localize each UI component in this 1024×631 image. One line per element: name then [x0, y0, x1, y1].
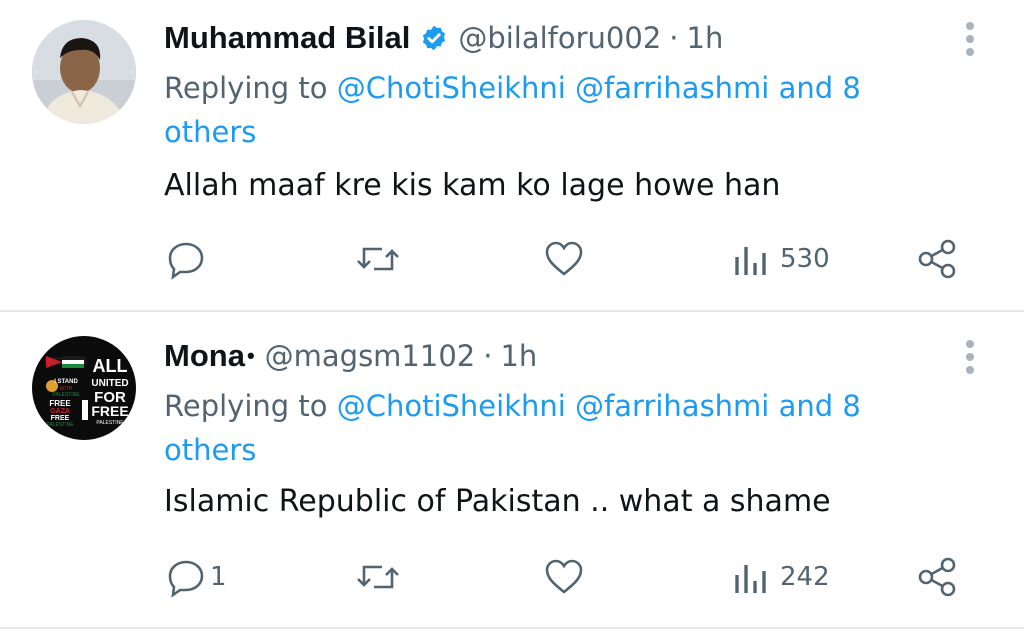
author-name[interactable]: Muhammad Bilal: [164, 20, 410, 56]
replying-to-label: Replying to: [164, 389, 328, 423]
action-bar: 1 242: [0, 552, 1024, 602]
reply-count: 1: [210, 562, 227, 592]
avatar-text: PALESTINE: [46, 422, 74, 428]
divider: [0, 627, 1024, 629]
and-label: and: [778, 71, 834, 105]
like-button[interactable]: [542, 552, 586, 602]
tweet-text: Islamic Republic of Pakistan .. what a s…: [164, 484, 831, 519]
retweet-button[interactable]: [354, 552, 402, 602]
mention-link[interactable]: @farrihashmi: [575, 389, 769, 423]
views-icon: [735, 247, 766, 275]
author-name[interactable]: Mona: [164, 338, 245, 374]
views-button[interactable]: 242: [732, 552, 830, 602]
tweet[interactable]: ALL UNITED FOR FREE PALESTINE I STAND WI…: [0, 312, 1024, 631]
reply-icon: [168, 242, 204, 280]
share-button[interactable]: [916, 234, 960, 284]
heart-icon: [545, 241, 583, 276]
reply-button[interactable]: 1: [164, 552, 227, 602]
retweet-button[interactable]: [354, 234, 402, 284]
replying-to-label: Replying to: [164, 71, 328, 105]
views-count: 530: [780, 244, 830, 274]
avatar-text: PALESTINE: [52, 392, 80, 398]
more-vertical-icon[interactable]: [958, 340, 982, 376]
like-button[interactable]: [542, 234, 586, 284]
name-suffix: •: [246, 343, 255, 368]
avatar[interactable]: ALL UNITED FOR FREE PALESTINE I STAND WI…: [32, 336, 136, 440]
mention-link[interactable]: @farrihashmi: [575, 71, 769, 105]
avatar-text: FREE: [91, 403, 128, 419]
tweet-header: Mona • @magsm1102 · 1h: [164, 334, 537, 378]
more-vertical-icon[interactable]: [958, 22, 982, 58]
avatar-image: ALL UNITED FOR FREE PALESTINE I STAND WI…: [32, 336, 136, 440]
avatar-text: UNITED: [91, 378, 128, 389]
replying-to-line: Replying to @ChotiSheikhni @farrihashmi …: [164, 384, 924, 472]
avatar[interactable]: [32, 20, 136, 124]
avatar-text: GAZA: [50, 408, 70, 415]
reply-button[interactable]: [164, 234, 208, 284]
share-icon: [918, 557, 956, 597]
avatar-text: ALL: [93, 356, 128, 376]
mention-link[interactable]: @ChotiSheikhni: [337, 389, 566, 423]
verified-badge-icon: [423, 25, 446, 51]
author-handle[interactable]: @bilalforu002: [458, 21, 661, 55]
tweet-header: Muhammad Bilal @bilalforu002 · 1h: [164, 16, 723, 60]
tweet[interactable]: Muhammad Bilal @bilalforu002 · 1h Replyi…: [0, 0, 1024, 311]
avatar-text: I STAND: [54, 379, 78, 385]
heart-icon: [545, 559, 583, 594]
mention-link[interactable]: @ChotiSheikhni: [337, 71, 566, 105]
and-label: and: [778, 389, 834, 423]
tweet-text: Allah maaf kre kis kam ko lage howe han: [164, 168, 781, 203]
timestamp[interactable]: 1h: [500, 339, 537, 373]
views-button[interactable]: 530: [732, 234, 830, 284]
avatar-photo: [32, 20, 136, 124]
avatar-text: FREE: [51, 415, 70, 422]
views-icon: [735, 565, 766, 593]
retweet-icon: [357, 565, 399, 589]
views-count: 242: [780, 562, 830, 592]
retweet-icon: [357, 247, 399, 271]
timestamp[interactable]: 1h: [687, 21, 724, 55]
avatar-text: FREE: [49, 399, 71, 408]
reply-icon: [168, 560, 204, 598]
separator-dot: ·: [669, 21, 679, 55]
share-icon: [918, 239, 956, 279]
share-button[interactable]: [916, 552, 960, 602]
separator-dot: ·: [483, 339, 493, 373]
avatar-text: PALESTINE: [96, 420, 124, 426]
author-handle[interactable]: @magsm1102: [265, 339, 476, 373]
replying-to-line: Replying to @ChotiSheikhni @farrihashmi …: [164, 66, 924, 154]
action-bar: 530: [0, 234, 1024, 284]
